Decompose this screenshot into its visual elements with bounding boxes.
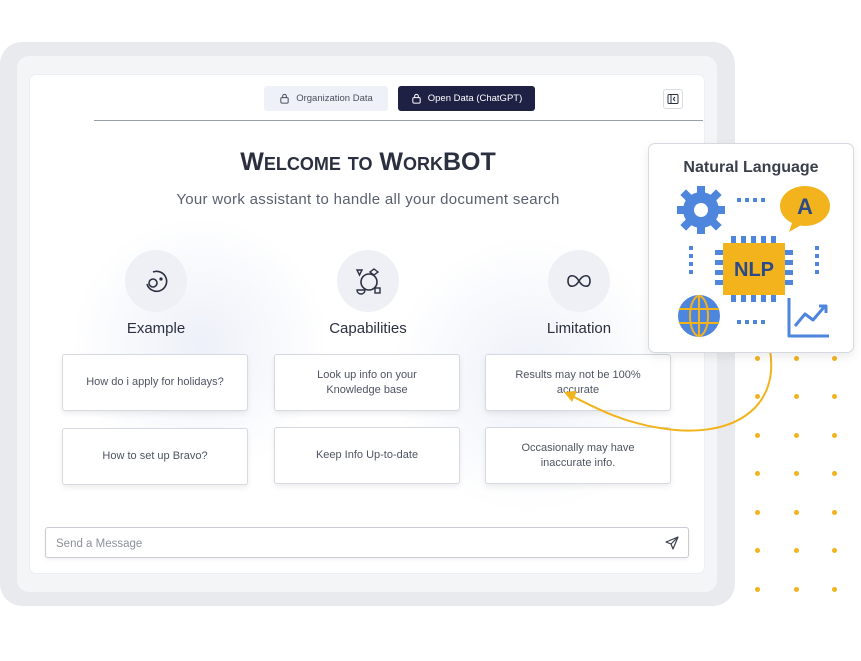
- globe-icon: [678, 295, 720, 337]
- chip-icon: NLP: [715, 236, 793, 302]
- nlp-illustration: A NLP: [677, 186, 830, 338]
- chart-icon: [787, 298, 829, 338]
- nlp-title: Natural Language: [683, 159, 819, 176]
- chip-label: NLP: [734, 259, 774, 281]
- bubble-letter: A: [797, 194, 813, 219]
- speech-bubble-icon: A: [780, 186, 830, 232]
- gear-icon: [677, 186, 725, 234]
- nlp-card: Natural Language A NLP: [648, 143, 854, 353]
